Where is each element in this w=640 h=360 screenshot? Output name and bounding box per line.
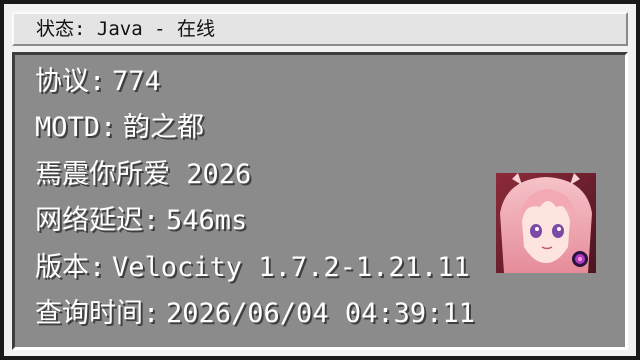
query-time-line: 查询时间: 2026/06/04 04:39:11	[35, 297, 475, 331]
motd-second-line: 焉震你所爱 2026	[35, 158, 251, 192]
version-line: 版本: Velocity 1.7.2-1.21.11	[35, 251, 470, 285]
version-value: Velocity 1.7.2-1.21.11	[112, 252, 470, 283]
server-icon-image	[496, 173, 596, 273]
latency-value: 546ms	[166, 205, 248, 236]
query-time-label: 查询时间	[35, 298, 143, 329]
server-icon	[496, 173, 596, 273]
latency-separator: :	[143, 205, 160, 236]
motd-label: MOTD	[35, 112, 101, 143]
protocol-line: 协议: 774	[35, 65, 161, 99]
query-time-value: 2026/06/04 04:39:11	[166, 298, 475, 329]
version-label: 版本	[35, 252, 89, 283]
status-separator: :	[74, 18, 86, 40]
status-value: Java - 在线	[96, 18, 215, 40]
motd-second-text: 焉震你所爱 2026	[35, 159, 252, 190]
protocol-value: 774	[112, 66, 161, 97]
query-time-separator: :	[143, 298, 160, 329]
latency-line: 网络延迟: 546ms	[35, 204, 247, 238]
motd-separator: :	[100, 112, 117, 143]
protocol-separator: :	[89, 66, 106, 97]
motd-value: 韵之都	[123, 112, 205, 143]
motd-line: MOTD: 韵之都	[35, 111, 204, 145]
version-separator: :	[89, 252, 106, 283]
status-title-bar: 状态: Java - 在线	[12, 12, 628, 46]
server-info-panel: 协议: 774 MOTD: 韵之都 焉震你所爱 2026 网络延迟: 546ms 版本…	[12, 52, 628, 350]
server-status-window: 状态: Java - 在线 协议: 774 MOTD: 韵之都 焉震你所爱 2026…	[0, 0, 640, 360]
protocol-label: 协议	[35, 66, 89, 97]
latency-label: 网络延迟	[35, 205, 143, 236]
status-label: 状态	[36, 18, 75, 40]
